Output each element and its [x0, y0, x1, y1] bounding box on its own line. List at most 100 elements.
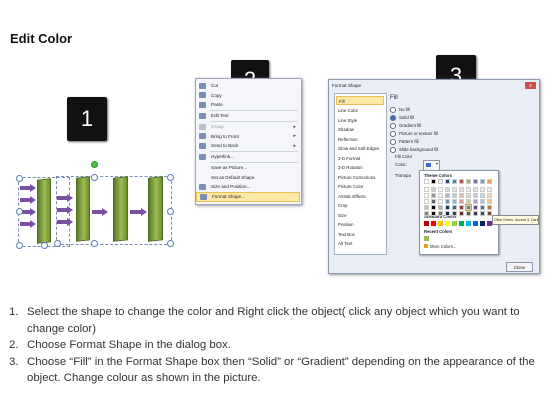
color-swatch[interactable] — [487, 187, 492, 192]
category-item[interactable]: Glow and Soft Edges — [338, 144, 384, 153]
menu-item-copy[interactable]: Copy — [196, 91, 300, 101]
menu-item-edit-text[interactable]: Edit Text — [196, 111, 300, 121]
color-swatch[interactable] — [438, 205, 443, 210]
color-swatch[interactable] — [424, 199, 429, 204]
color-swatch[interactable] — [445, 193, 450, 198]
color-swatch[interactable] — [438, 179, 443, 184]
menu-item-cut[interactable]: Cut — [196, 81, 300, 91]
fill-option-solid-fill[interactable]: Solid fill — [390, 114, 414, 121]
resize-handle[interactable] — [16, 242, 23, 249]
color-swatch[interactable] — [431, 199, 436, 204]
resize-handle[interactable] — [91, 240, 98, 247]
menu-item-send-to-back[interactable]: Send to Back ▸ — [196, 141, 300, 151]
color-swatch[interactable] — [487, 199, 492, 204]
color-swatch[interactable] — [438, 193, 443, 198]
fill-option-gradient-fill[interactable]: Gradient fill — [390, 122, 421, 129]
color-swatch[interactable] — [466, 187, 471, 192]
color-swatch[interactable] — [487, 193, 492, 198]
green-panel[interactable] — [113, 176, 128, 242]
color-swatch[interactable] — [445, 205, 450, 210]
category-item[interactable]: Position — [338, 220, 384, 229]
color-swatch[interactable] — [424, 211, 429, 216]
color-swatch[interactable] — [445, 187, 450, 192]
standard-color-swatch[interactable] — [480, 221, 485, 226]
standard-color-swatch[interactable] — [438, 221, 443, 226]
color-swatch[interactable] — [459, 211, 464, 216]
standard-color-swatch[interactable] — [445, 221, 450, 226]
color-swatch[interactable] — [452, 179, 457, 184]
color-swatch[interactable] — [452, 205, 457, 210]
color-swatch[interactable] — [459, 193, 464, 198]
menu-item-paste[interactable]: Paste — [196, 100, 300, 110]
resize-handle[interactable] — [54, 240, 61, 247]
color-swatch[interactable] — [480, 179, 485, 184]
color-swatch[interactable] — [466, 199, 471, 204]
color-swatch[interactable] — [431, 179, 436, 184]
color-swatch[interactable] — [459, 187, 464, 192]
color-swatch[interactable] — [466, 211, 471, 216]
resize-handle[interactable] — [167, 174, 174, 181]
color-swatch[interactable] — [452, 211, 457, 216]
fill-option-slide-background-fill[interactable]: Slide background fill — [390, 146, 438, 153]
resize-handle[interactable] — [167, 208, 174, 215]
standard-color-swatch[interactable] — [466, 221, 471, 226]
category-item[interactable]: Picture Corrections — [338, 173, 384, 182]
category-item[interactable]: Alt Text — [338, 239, 384, 248]
fill-option-pattern-fill[interactable]: Pattern fill — [390, 138, 419, 145]
color-swatch[interactable] — [424, 205, 429, 210]
menu-item-bring-to-front[interactable]: Bring to Front ▸ — [196, 132, 300, 142]
green-panel[interactable] — [37, 178, 51, 244]
color-swatch[interactable] — [466, 179, 471, 184]
color-swatch[interactable] — [431, 211, 436, 216]
color-swatch[interactable] — [452, 187, 457, 192]
resize-handle[interactable] — [16, 175, 23, 182]
resize-handle[interactable] — [91, 174, 98, 181]
color-swatch[interactable] — [473, 199, 478, 204]
category-item[interactable]: Crop — [338, 201, 384, 210]
menu-item-hyperlink[interactable]: Hyperlink... — [196, 152, 300, 162]
fill-option-no-fill[interactable]: No fill — [390, 106, 410, 113]
standard-color-swatch[interactable] — [452, 221, 457, 226]
menu-item-set-default-shape[interactable]: Set as Default Shape — [196, 173, 300, 183]
color-swatch[interactable] — [480, 211, 485, 216]
color-swatch[interactable] — [473, 193, 478, 198]
color-swatch[interactable] — [487, 205, 492, 210]
standard-color-swatch[interactable] — [424, 221, 429, 226]
category-item[interactable]: Picture Color — [338, 182, 384, 191]
color-swatch[interactable] — [452, 193, 457, 198]
color-swatch[interactable] — [431, 193, 436, 198]
resize-handle[interactable] — [16, 208, 23, 215]
color-swatch[interactable] — [480, 187, 485, 192]
color-swatch[interactable] — [424, 179, 429, 184]
color-swatch[interactable] — [459, 205, 464, 210]
color-swatch[interactable] — [473, 211, 478, 216]
rotation-handle[interactable] — [91, 161, 98, 168]
standard-color-swatch[interactable] — [473, 221, 478, 226]
category-item[interactable]: 3-D Rotation — [338, 163, 384, 172]
color-swatch[interactable] — [480, 193, 485, 198]
standard-color-swatch[interactable] — [431, 221, 436, 226]
category-item[interactable]: Shadow — [338, 125, 384, 134]
color-swatch[interactable] — [445, 211, 450, 216]
color-swatch[interactable] — [465, 204, 472, 211]
color-swatch[interactable] — [445, 179, 450, 184]
category-item[interactable]: Line Style — [338, 116, 384, 125]
color-swatch[interactable] — [487, 179, 492, 184]
close-button[interactable]: Close — [506, 262, 533, 272]
color-swatch[interactable] — [473, 179, 478, 184]
color-swatch[interactable] — [431, 205, 436, 210]
fill-option-picture-fill[interactable]: Picture or texture fill — [390, 130, 438, 137]
more-colors-button[interactable]: More Colors... — [424, 244, 456, 249]
category-item[interactable]: Line Color — [338, 106, 384, 115]
color-swatch[interactable] — [431, 187, 436, 192]
color-swatch[interactable] — [480, 205, 485, 210]
green-panel[interactable] — [148, 176, 163, 242]
color-swatch[interactable] — [480, 199, 485, 204]
standard-color-swatch[interactable] — [459, 221, 464, 226]
color-swatch[interactable] — [459, 199, 464, 204]
color-swatch[interactable] — [466, 193, 471, 198]
color-swatch[interactable] — [473, 187, 478, 192]
color-swatch[interactable] — [438, 211, 443, 216]
color-swatch[interactable] — [438, 199, 443, 204]
close-icon[interactable]: x — [525, 82, 536, 89]
